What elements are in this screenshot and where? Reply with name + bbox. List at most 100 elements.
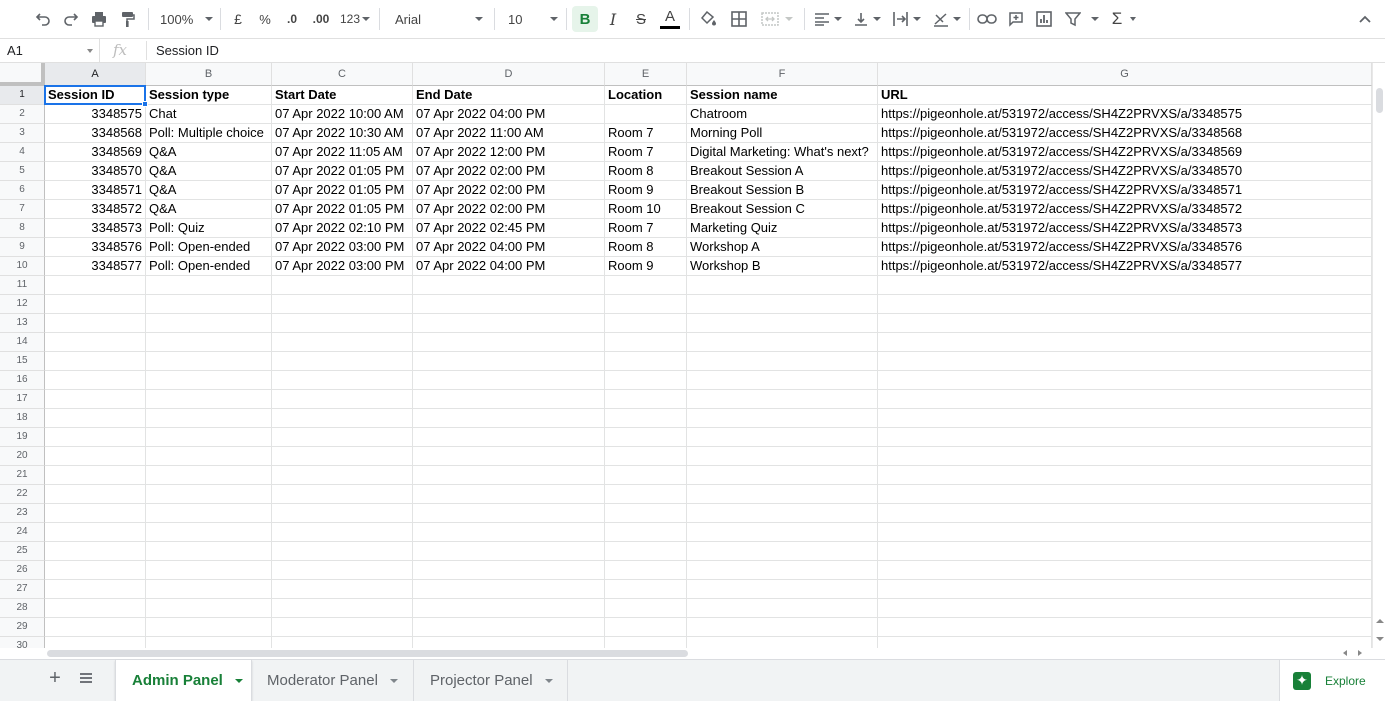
scroll-down-icon[interactable] — [1376, 637, 1384, 641]
currency-button[interactable]: £ — [229, 6, 247, 32]
scroll-right-icon[interactable] — [1358, 650, 1362, 656]
column-header-d[interactable]: D — [413, 63, 605, 86]
table-cell[interactable]: 3348571 — [45, 181, 146, 200]
table-cell[interactable]: https://pigeonhole.at/531972/access/SH4Z… — [878, 143, 1372, 162]
table-cell[interactable]: 07 Apr 2022 02:00 PM — [413, 162, 605, 181]
table-cell[interactable]: Room 9 — [605, 257, 687, 276]
empty-cell[interactable] — [878, 580, 1372, 599]
empty-cell[interactable] — [146, 580, 272, 599]
formula-input[interactable]: Session ID — [156, 39, 219, 62]
empty-cell[interactable] — [605, 409, 687, 428]
empty-cell[interactable] — [413, 599, 605, 618]
text-wrapping-icon[interactable] — [889, 6, 923, 32]
table-cell[interactable]: 3348573 — [45, 219, 146, 238]
empty-cell[interactable] — [687, 428, 878, 447]
empty-cell[interactable] — [413, 580, 605, 599]
table-cell[interactable]: 3348576 — [45, 238, 146, 257]
row-header-26[interactable]: 26 — [0, 561, 45, 580]
empty-cell[interactable] — [146, 618, 272, 637]
table-cell[interactable]: 07 Apr 2022 10:00 AM — [272, 105, 413, 124]
text-color-button[interactable]: A — [658, 6, 682, 32]
table-cell[interactable]: 07 Apr 2022 02:45 PM — [413, 219, 605, 238]
table-cell[interactable]: 07 Apr 2022 12:00 PM — [413, 143, 605, 162]
scroll-up-icon[interactable] — [1376, 619, 1384, 623]
empty-cell[interactable] — [605, 542, 687, 561]
empty-cell[interactable] — [272, 447, 413, 466]
empty-cell[interactable] — [45, 428, 146, 447]
header-cell[interactable]: End Date — [413, 86, 605, 105]
empty-cell[interactable] — [272, 561, 413, 580]
empty-cell[interactable] — [45, 485, 146, 504]
empty-cell[interactable] — [272, 314, 413, 333]
table-cell[interactable]: 07 Apr 2022 03:00 PM — [272, 238, 413, 257]
empty-cell[interactable] — [146, 523, 272, 542]
empty-cell[interactable] — [413, 295, 605, 314]
empty-cell[interactable] — [272, 523, 413, 542]
empty-cell[interactable] — [272, 580, 413, 599]
empty-cell[interactable] — [605, 504, 687, 523]
table-cell[interactable]: Morning Poll — [687, 124, 878, 143]
sheet-tab-projector-panel[interactable]: Projector Panel — [414, 660, 568, 701]
empty-cell[interactable] — [605, 276, 687, 295]
table-cell[interactable]: Breakout Session C — [687, 200, 878, 219]
empty-cell[interactable] — [272, 371, 413, 390]
empty-cell[interactable] — [45, 504, 146, 523]
empty-cell[interactable] — [687, 276, 878, 295]
empty-cell[interactable] — [146, 466, 272, 485]
empty-cell[interactable] — [413, 466, 605, 485]
empty-cell[interactable] — [146, 352, 272, 371]
empty-cell[interactable] — [272, 428, 413, 447]
empty-cell[interactable] — [413, 447, 605, 466]
empty-cell[interactable] — [878, 314, 1372, 333]
row-header-28[interactable]: 28 — [0, 599, 45, 618]
row-header-15[interactable]: 15 — [0, 352, 45, 371]
empty-cell[interactable] — [878, 276, 1372, 295]
empty-cell[interactable] — [413, 371, 605, 390]
row-header-2[interactable]: 2 — [0, 105, 45, 124]
table-cell[interactable]: 3348569 — [45, 143, 146, 162]
empty-cell[interactable] — [413, 352, 605, 371]
font-size-select[interactable]: 10 — [503, 6, 561, 32]
explore-button[interactable]: Explore — [1279, 660, 1385, 701]
insert-link-icon[interactable] — [976, 6, 998, 32]
table-cell[interactable]: https://pigeonhole.at/531972/access/SH4Z… — [878, 219, 1372, 238]
table-cell[interactable]: https://pigeonhole.at/531972/access/SH4Z… — [878, 181, 1372, 200]
row-header-9[interactable]: 9 — [0, 238, 45, 257]
table-cell[interactable]: 07 Apr 2022 03:00 PM — [272, 257, 413, 276]
functions-button[interactable]: Σ — [1107, 6, 1141, 32]
empty-cell[interactable] — [605, 295, 687, 314]
empty-cell[interactable] — [45, 466, 146, 485]
empty-cell[interactable] — [687, 314, 878, 333]
row-header-27[interactable]: 27 — [0, 580, 45, 599]
table-cell[interactable]: Room 7 — [605, 219, 687, 238]
vertical-scrollbar[interactable] — [1372, 63, 1385, 648]
empty-cell[interactable] — [878, 409, 1372, 428]
column-header-b[interactable]: B — [146, 63, 272, 86]
table-cell[interactable]: Breakout Session A — [687, 162, 878, 181]
sheet-tab-admin-panel[interactable]: Admin Panel — [115, 660, 252, 701]
table-cell[interactable]: Poll: Multiple choice — [146, 124, 272, 143]
row-header-5[interactable]: 5 — [0, 162, 45, 181]
empty-cell[interactable] — [272, 295, 413, 314]
empty-cell[interactable] — [878, 428, 1372, 447]
empty-cell[interactable] — [146, 599, 272, 618]
increase-decimals-button[interactable]: .00 — [309, 6, 333, 32]
empty-cell[interactable] — [878, 504, 1372, 523]
empty-cell[interactable] — [605, 618, 687, 637]
table-cell[interactable]: 07 Apr 2022 04:00 PM — [413, 105, 605, 124]
empty-cell[interactable] — [413, 542, 605, 561]
undo-icon[interactable] — [32, 6, 54, 32]
table-cell[interactable]: 07 Apr 2022 02:00 PM — [413, 181, 605, 200]
header-cell[interactable]: Session type — [146, 86, 272, 105]
row-header-19[interactable]: 19 — [0, 428, 45, 447]
empty-cell[interactable] — [45, 637, 146, 648]
chevron-down-icon[interactable] — [234, 678, 243, 683]
scroll-left-icon[interactable] — [1343, 650, 1347, 656]
print-icon[interactable] — [88, 6, 110, 32]
row-header-13[interactable]: 13 — [0, 314, 45, 333]
table-cell[interactable]: https://pigeonhole.at/531972/access/SH4Z… — [878, 200, 1372, 219]
empty-cell[interactable] — [413, 333, 605, 352]
name-box[interactable]: A1 — [0, 39, 100, 62]
insert-chart-icon[interactable] — [1033, 6, 1055, 32]
empty-cell[interactable] — [687, 580, 878, 599]
